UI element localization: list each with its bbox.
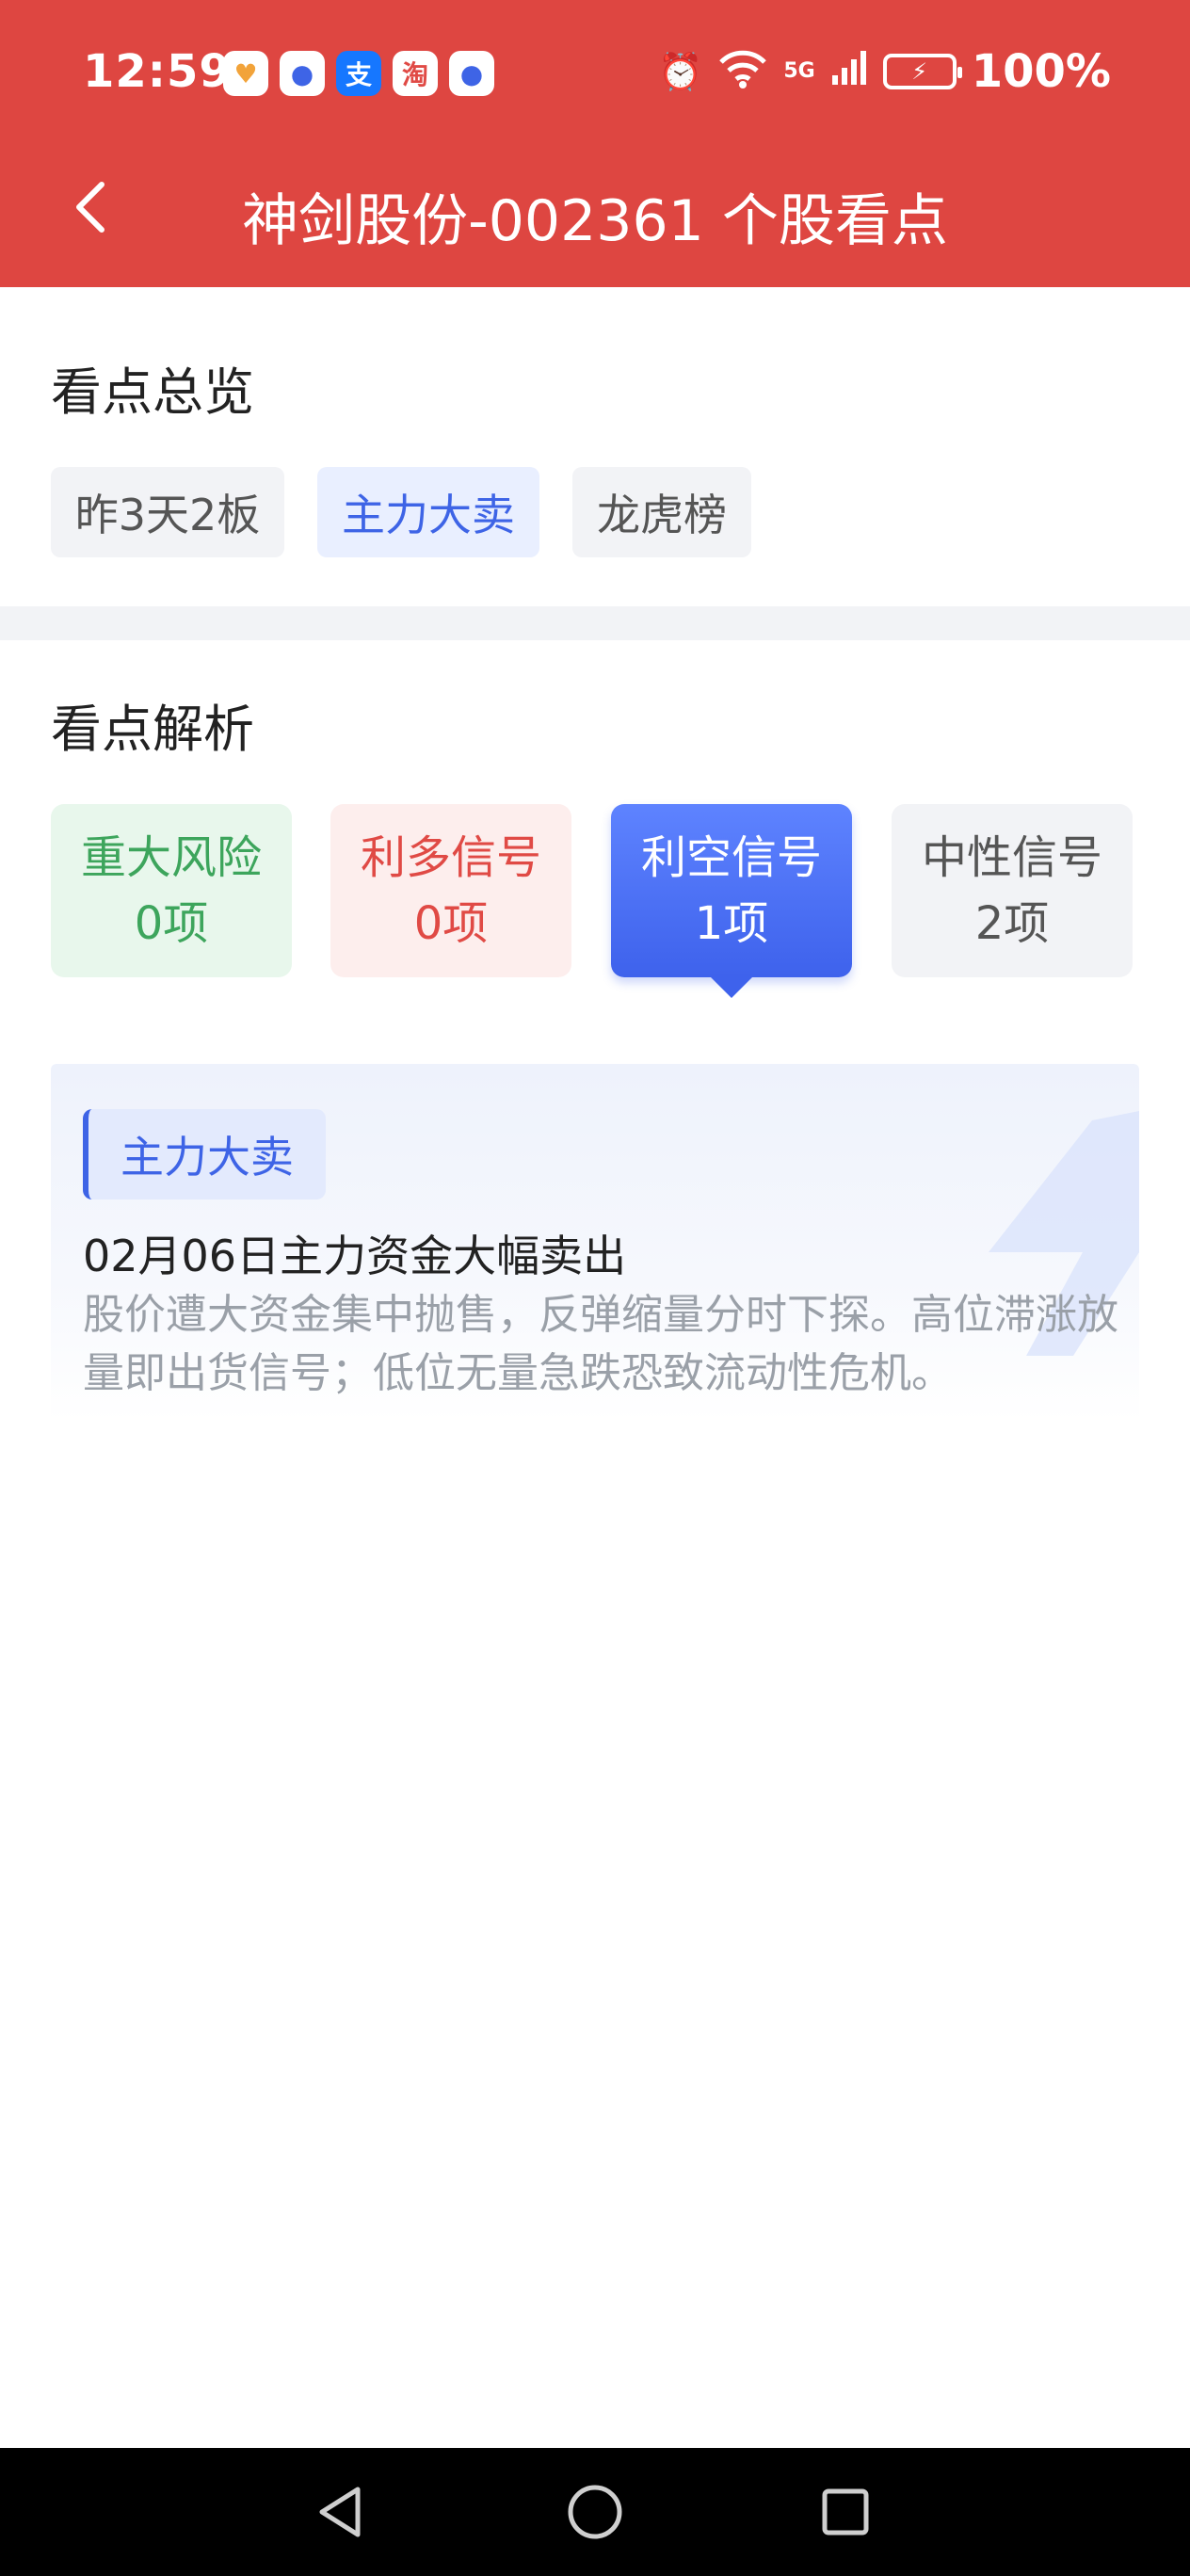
overview-tag[interactable]: 龙虎榜: [572, 467, 751, 557]
signal-name: 重大风险: [80, 831, 262, 884]
signal-card-major-risk[interactable]: 重大风险 0项: [51, 804, 292, 977]
nav-bar: 神剑股份-002361 个股看点: [0, 151, 1190, 264]
signal-icon: [830, 49, 868, 95]
status-bar: 12:59 ♥ ● 支 淘 ● ⏰ 5G ⚡ 100%: [0, 38, 1190, 113]
page: 12:59 ♥ ● 支 淘 ● ⏰ 5G ⚡ 100% 神剑股份-002361 …: [0, 0, 1190, 2576]
signal-count: 1项: [694, 897, 769, 950]
detail-title: 02月06日主力资金大幅卖出: [83, 1231, 627, 1281]
triangle-back-icon: [319, 2487, 361, 2537]
square-recents-icon: [822, 2488, 869, 2536]
alipay-icon: 支: [336, 51, 381, 96]
signal-count: 2项: [974, 897, 1050, 950]
status-time: 12:59: [83, 45, 232, 98]
nav-back-button[interactable]: [303, 2474, 378, 2550]
system-nav-bar: [0, 2448, 1190, 2576]
signal-card-bearish[interactable]: 利空信号 1项: [611, 804, 852, 998]
signal-name: 利多信号: [360, 831, 541, 884]
circle-home-icon: [568, 2485, 622, 2539]
page-title: 神剑股份-002361 个股看点: [242, 188, 948, 254]
nav-home-button[interactable]: [557, 2474, 633, 2550]
status-icons: ⏰ 5G ⚡ 100%: [658, 45, 1111, 98]
section-divider: [0, 606, 1190, 640]
signal-detail-card: 主力大卖 02月06日主力资金大幅卖出 股价遭大资金集中抛售，反弹缩量分时下探。…: [51, 1064, 1139, 1422]
detail-description: 股价遭大资金集中抛售，反弹缩量分时下探。高位滞涨放量即出货信号；低位无量急跌恐致…: [83, 1291, 1118, 1397]
overview-title: 看点总览: [51, 362, 254, 422]
taobao-icon: 淘: [393, 51, 438, 96]
detail-tag: 主力大卖: [83, 1109, 326, 1199]
wifi-icon: [717, 47, 768, 97]
signal-name: 利空信号: [640, 831, 822, 884]
signal-name: 中性信号: [921, 831, 1102, 884]
alarm-icon: ⏰: [658, 50, 703, 92]
signal-card-bullish[interactable]: 利多信号 0项: [330, 804, 571, 977]
battery-percent: 100%: [971, 45, 1111, 98]
nav-recents-button[interactable]: [808, 2474, 883, 2550]
browser-icon: ●: [280, 51, 325, 96]
overview-tag[interactable]: 主力大卖: [317, 467, 539, 557]
heart-app-icon: ♥: [223, 51, 268, 96]
signal-count: 0项: [413, 897, 489, 950]
browser-icon: ●: [449, 51, 494, 96]
analysis-title: 看点解析: [51, 700, 254, 759]
battery-icon: ⚡: [882, 54, 962, 89]
signal-card-neutral[interactable]: 中性信号 2项: [892, 804, 1133, 977]
signal-count: 0项: [134, 897, 209, 950]
overview-tag[interactable]: 昨3天2板: [51, 467, 284, 557]
network-type: 5G: [783, 59, 815, 83]
app-header: 12:59 ♥ ● 支 淘 ● ⏰ 5G ⚡ 100% 神剑股份-002361 …: [0, 0, 1190, 287]
